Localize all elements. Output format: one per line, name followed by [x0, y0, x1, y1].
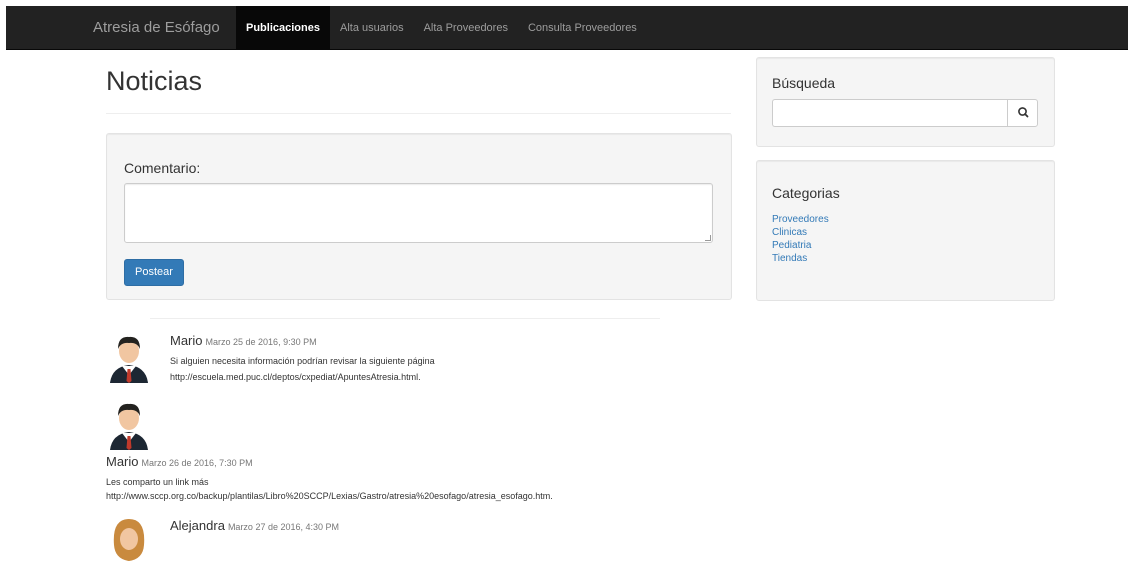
comments-divider — [150, 318, 660, 319]
nav-item-alta-usuarios[interactable]: Alta usuarios — [330, 6, 414, 50]
page-title: Noticias — [106, 66, 203, 96]
comment-form: Comentario: Postear — [106, 133, 732, 300]
title-divider — [106, 113, 731, 114]
navbar-brand[interactable]: Atresia de Esófago — [93, 6, 220, 50]
comment-author: Alejandra Marzo 27 de 2016, 4:30 PM — [170, 518, 339, 533]
female-avatar-icon — [113, 519, 145, 561]
comment-date: Marzo 26 de 2016, 7:30 PM — [141, 458, 253, 468]
comment-author: Mario Marzo 25 de 2016, 9:30 PM — [170, 333, 317, 348]
resize-grip-icon[interactable] — [705, 235, 711, 241]
nav-item-publicaciones[interactable]: Publicaciones — [236, 6, 330, 50]
comment-author-name: Alejandra — [170, 518, 225, 533]
comment-author-name: Mario — [106, 454, 139, 469]
list-item: Tiendas — [772, 252, 829, 265]
nav-item-consulta-proveedores[interactable]: Consulta Proveedores — [518, 6, 647, 50]
comment-text-line: Les comparto un link más — [106, 477, 209, 487]
male-avatar-icon — [110, 336, 148, 383]
search-group — [772, 99, 1038, 127]
category-link-tiendas[interactable]: Tiendas — [772, 253, 807, 264]
list-item: Clinicas — [772, 226, 829, 239]
category-link-pediatria[interactable]: Pediatria — [772, 240, 811, 251]
comment-author: Mario Marzo 26 de 2016, 7:30 PM — [106, 454, 253, 469]
comment-link[interactable]: http://www.sccp.org.co/backup/plantilas/… — [106, 490, 553, 502]
search-icon — [1018, 107, 1029, 118]
comment-link[interactable]: http://escuela.med.puc.cl/deptos/cxpedia… — [170, 371, 421, 383]
comment-text-line: Si alguien necesita información podrían … — [170, 356, 435, 366]
search-panel: Búsqueda — [756, 57, 1055, 147]
comment-author-name: Mario — [170, 333, 203, 348]
list-item: Proveedores — [772, 213, 829, 226]
category-link-proveedores[interactable]: Proveedores — [772, 214, 829, 225]
search-button[interactable] — [1007, 99, 1038, 127]
comment-label: Comentario: — [124, 160, 201, 176]
post-button[interactable]: Postear — [124, 259, 184, 286]
comment-textarea-wrap — [124, 183, 713, 243]
top-navbar: Atresia de Esófago Publicaciones Alta us… — [6, 6, 1128, 50]
nav-item-alta-proveedores[interactable]: Alta Proveedores — [414, 6, 518, 50]
male-avatar-icon — [110, 403, 148, 450]
search-title: Búsqueda — [772, 75, 836, 91]
category-link-clinicas[interactable]: Clinicas — [772, 227, 807, 238]
comment-textarea[interactable] — [124, 183, 713, 243]
navbar-menu: Publicaciones Alta usuarios Alta Proveed… — [236, 6, 647, 50]
categories-title: Categorias — [772, 185, 840, 201]
categories-list: Proveedores Clinicas Pediatria Tiendas — [772, 213, 829, 265]
categories-panel: Categorias Proveedores Clinicas Pediatri… — [756, 160, 1055, 301]
comment-date: Marzo 25 de 2016, 9:30 PM — [205, 337, 317, 347]
comment-date: Marzo 27 de 2016, 4:30 PM — [227, 522, 340, 532]
search-input[interactable] — [772, 99, 1007, 127]
list-item: Pediatria — [772, 239, 829, 252]
